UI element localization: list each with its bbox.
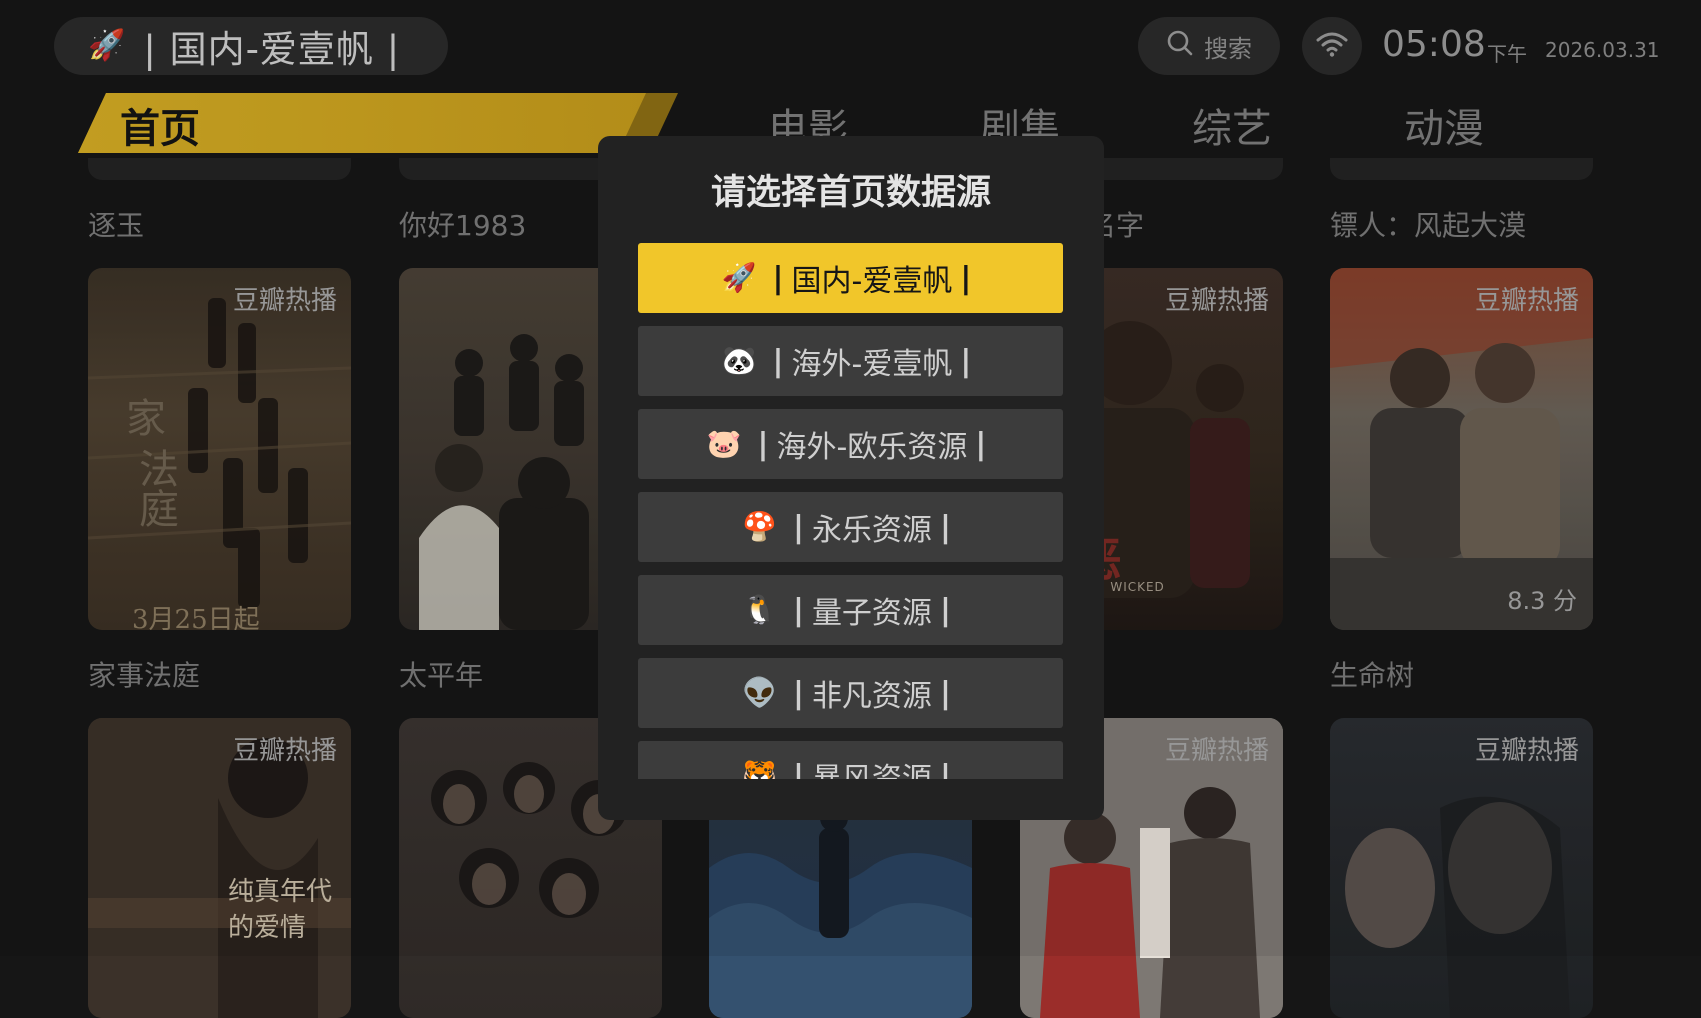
search-icon [1166, 29, 1194, 63]
card-title: 生命树 [1330, 659, 1415, 692]
search-button[interactable]: 搜索 [1138, 17, 1280, 75]
dialog-title: 请选择首页数据源 [710, 173, 991, 213]
source-option-mushroom[interactable]: 🍄 | 永乐资源 | [638, 492, 1063, 562]
card-title: 家事法庭 [88, 659, 201, 692]
wifi-button[interactable] [1302, 17, 1362, 75]
option-label: 暴风资源 [812, 754, 932, 779]
douban-badge: 豆瓣热播 [232, 736, 337, 766]
douban-badge: 豆瓣热播 [1164, 736, 1269, 766]
poster-card[interactable]: 家 法庭 3月25日起 豆瓣热播 [88, 268, 351, 630]
source-option-panda[interactable]: 🐼 | 海外-爱壹帆 | [638, 326, 1063, 396]
option-label: 海外-爱壹帆 [791, 347, 953, 382]
clock-ampm: 下午 [1487, 42, 1527, 66]
douban-badge: 豆瓣热播 [1474, 736, 1579, 766]
card-title: 太平年 [399, 659, 484, 692]
option-label: 非凡资源 [811, 679, 932, 714]
search-label: 搜索 [1204, 34, 1252, 63]
option-label: 量子资源 [811, 596, 932, 631]
card-title: 你好1983 [399, 209, 527, 242]
source-selector[interactable]: 🚀 | 国内-爱壹帆 | [54, 17, 448, 75]
source-option-penguin[interactable]: 🐧 | 量子资源 | [638, 575, 1063, 645]
pig-icon: 🐷 [706, 427, 742, 460]
option-label: 海外-欧乐资源 [776, 430, 968, 465]
penguin-icon: 🐧 [742, 593, 777, 626]
option-label: 国内-爱壹帆 [791, 264, 953, 299]
tab-anime[interactable]: 动漫 [1404, 96, 1484, 154]
source-option-alien[interactable]: 👽 | 非凡资源 | [638, 658, 1063, 728]
douban-badge: 豆瓣热播 [1474, 286, 1579, 316]
source-option-list[interactable]: 🚀 | 国内-爱壹帆 | 🐼 | 海外-爱壹帆 | 🐷 | 海外-欧乐资源 | 🍄 | 永乐资… [638, 243, 1063, 779]
source-label: | 国内-爱壹帆 | [143, 28, 401, 71]
douban-badge: 豆瓣热播 [1164, 286, 1269, 316]
poster-card[interactable]: 纯真年代的爱情 豆瓣热播 [88, 718, 351, 1018]
poster-title: 法庭 [132, 448, 178, 528]
poster-card[interactable] [88, 158, 351, 180]
source-option-rocket[interactable]: 🚀 | 国内-爱壹帆 | [638, 243, 1063, 313]
source-option-tiger[interactable]: 🐯 |暴风资源| [638, 741, 1063, 779]
panda-icon: 🐼 [721, 344, 757, 377]
score-label: 8.3 分 [1507, 587, 1577, 615]
tab-variety[interactable]: 综艺 [1192, 96, 1272, 154]
poster-date: 3月25日起 [132, 605, 260, 630]
clock-time: 05:08 [1382, 24, 1486, 65]
poster-card[interactable] [1330, 158, 1593, 180]
source-select-dialog: 请选择首页数据源 🚀 | 国内-爱壹帆 | 🐼 | 海外-爱壹帆 | 🐷 | 海外-欧乐资… [598, 136, 1104, 820]
poster-card[interactable]: 豆瓣热播 8.3 分 [1330, 268, 1593, 630]
alien-icon: 👽 [742, 676, 777, 709]
poster-card[interactable]: 豆瓣热播 [1330, 718, 1593, 1018]
douban-badge: 豆瓣热播 [232, 286, 337, 316]
source-option-pig[interactable]: 🐷 | 海外-欧乐资源 | [638, 409, 1063, 479]
option-label: 永乐资源 [811, 513, 932, 548]
poster-title: 家 [126, 396, 166, 442]
poster-art [1330, 268, 1593, 630]
clock-date: 2026.03.31 [1545, 38, 1660, 62]
rocket-icon: 🚀 [88, 28, 126, 63]
card-title: 逐玉 [88, 209, 145, 242]
rocket-icon: 🚀 [721, 261, 757, 294]
tiger-icon: 🐯 [742, 759, 777, 780]
poster-title: 纯真年代的爱情 [228, 877, 333, 943]
mushroom-icon: 🍄 [742, 510, 777, 543]
tab-home[interactable]: 首页 [120, 96, 200, 154]
wifi-icon [1316, 31, 1348, 61]
card-title: 镖人：风起大漠 [1330, 209, 1527, 242]
